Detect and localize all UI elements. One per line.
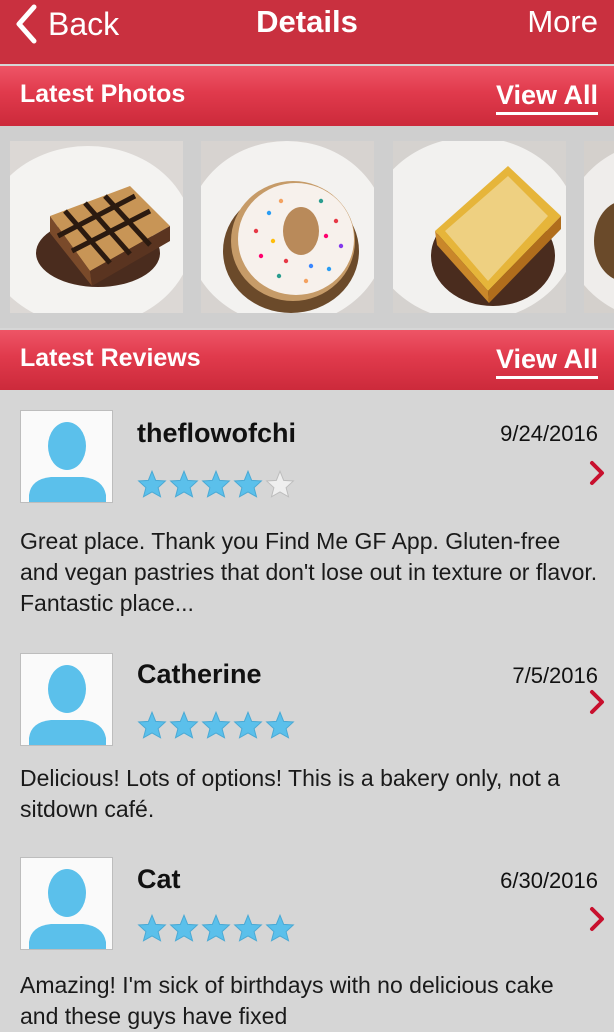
star-filled-icon [201,711,231,739]
star-empty-icon [265,470,295,498]
review-text: Delicious! Lots of options! This is a ba… [20,765,560,822]
star-filled-icon [233,914,263,942]
star-filled-icon [169,914,199,942]
avatar [20,653,113,746]
chevron-right-icon[interactable] [588,460,606,486]
review-item[interactable]: Catherine 7/5/2016 Delicious! Lots of op… [0,635,614,840]
chevron-right-icon[interactable] [588,906,606,932]
review-text: Amazing! I'm sick of birthdays with no d… [20,972,554,1029]
chevron-right-icon[interactable] [588,689,606,715]
star-filled-icon [169,470,199,498]
photos-section-title: Latest Photos [20,80,186,108]
reviews-view-all-link[interactable]: View All [495,344,598,379]
reviews-section-title: Latest Reviews [20,344,201,372]
star-filled-icon [137,470,167,498]
photo-strip[interactable] [0,126,614,328]
review-item[interactable]: Cat 6/30/2016 Amazing! I'm sick of birth… [0,840,614,1029]
photos-section-header: Latest Photos View All [0,66,614,126]
star-filled-icon [137,914,167,942]
lemon-bar-photo [393,141,566,313]
star-filled-icon [201,914,231,942]
user-silhouette-icon [21,411,112,502]
sprinkle-donut-photo [201,141,374,313]
photo-thumbnail[interactable] [393,141,566,313]
review-item[interactable]: theflowofchi 9/24/2016 Great place. Than… [0,390,614,635]
more-button[interactable]: More [527,4,598,40]
star-filled-icon [233,711,263,739]
star-filled-icon [201,470,231,498]
dessert-bar-photo [10,141,183,313]
photo-thumbnail[interactable] [10,141,183,313]
nav-bar: Back Details More [0,0,614,64]
photo-thumbnail[interactable] [201,141,374,313]
photos-view-all-link[interactable]: View All [495,80,598,115]
star-rating [137,470,297,498]
reviewer-name: Catherine [137,659,262,689]
star-filled-icon [265,711,295,739]
user-silhouette-icon [21,654,112,745]
page-title: Details [256,4,358,39]
review-date: 9/24/2016 [500,421,598,446]
user-silhouette-icon [21,858,112,949]
star-filled-icon [169,711,199,739]
avatar [20,410,113,503]
reviewer-name: theflowofchi [137,418,296,448]
star-filled-icon [137,711,167,739]
avatar [20,857,113,950]
reviewer-name: Cat [137,864,181,894]
star-filled-icon [265,914,295,942]
star-rating [137,711,297,739]
photo-thumbnail[interactable] [584,141,614,313]
cupcake-photo [584,141,614,313]
reviews-section-header: Latest Reviews View All [0,330,614,390]
star-rating [137,914,297,942]
review-date: 6/30/2016 [500,868,598,893]
review-text: Great place. Thank you Find Me GF App. G… [20,528,598,616]
star-filled-icon [233,470,263,498]
review-date: 7/5/2016 [512,663,598,688]
